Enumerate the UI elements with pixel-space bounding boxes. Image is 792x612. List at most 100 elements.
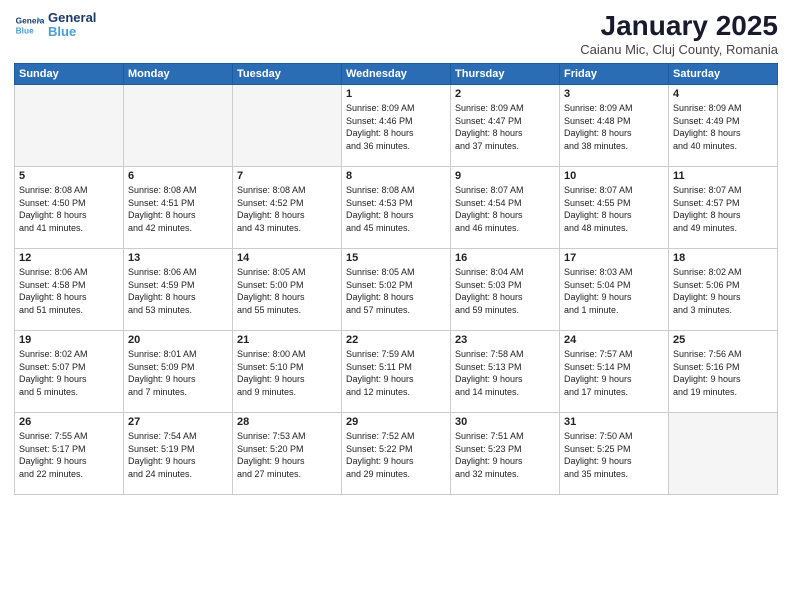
day-info: Sunrise: 8:08 AM Sunset: 4:53 PM Dayligh… — [346, 184, 446, 234]
day-number: 12 — [19, 252, 119, 264]
calendar-cell — [669, 413, 778, 495]
day-info: Sunrise: 8:05 AM Sunset: 5:00 PM Dayligh… — [237, 266, 337, 316]
location: Caianu Mic, Cluj County, Romania — [580, 42, 778, 57]
day-info: Sunrise: 8:01 AM Sunset: 5:09 PM Dayligh… — [128, 348, 228, 398]
day-info: Sunrise: 8:09 AM Sunset: 4:47 PM Dayligh… — [455, 102, 555, 152]
day-number: 27 — [128, 416, 228, 428]
calendar-cell: 8Sunrise: 8:08 AM Sunset: 4:53 PM Daylig… — [342, 167, 451, 249]
logo-general: General — [48, 11, 96, 25]
day-info: Sunrise: 8:06 AM Sunset: 4:59 PM Dayligh… — [128, 266, 228, 316]
day-number: 16 — [455, 252, 555, 264]
calendar-cell: 10 Sunrise: 8:07 AM Sunset: 4:55 PM Dayli… — [560, 167, 669, 249]
day-number: 15 — [346, 252, 446, 264]
calendar-cell — [124, 85, 233, 167]
calendar-cell: 4 Sunrise: 8:09 AM Sunset: 4:49 PM Daylig… — [669, 85, 778, 167]
calendar-cell: 7Sunrise: 8:08 AM Sunset: 4:52 PM Daylig… — [233, 167, 342, 249]
calendar-week-4: 26 Sunrise: 7:55 AM Sunset: 5:17 PM Dayli… — [15, 413, 778, 495]
day-info: Sunrise: 7:59 AM Sunset: 5:11 PM Dayligh… — [346, 348, 446, 398]
logo-blue: Blue — [48, 25, 96, 39]
day-number: 2 — [455, 88, 555, 100]
calendar-cell: 14 Sunrise: 8:05 AM Sunset: 5:00 PM Dayli… — [233, 249, 342, 331]
day-info: Sunrise: 8:08 AM Sunset: 4:52 PM Dayligh… — [237, 184, 337, 234]
calendar-week-2: 12 Sunrise: 8:06 AM Sunset: 4:58 PM Dayli… — [15, 249, 778, 331]
calendar-cell: 18Sunrise: 8:02 AM Sunset: 5:06 PM Dayli… — [669, 249, 778, 331]
calendar-cell: 28 Sunrise: 7:53 AM Sunset: 5:20 PM Dayli… — [233, 413, 342, 495]
day-number: 17 — [564, 252, 664, 264]
day-info: Sunrise: 8:04 AM Sunset: 5:03 PM Dayligh… — [455, 266, 555, 316]
day-info: Sunrise: 8:06 AM Sunset: 4:58 PM Dayligh… — [19, 266, 119, 316]
day-number: 10 — [564, 170, 664, 182]
day-number: 30 — [455, 416, 555, 428]
day-info: Sunrise: 7:58 AM Sunset: 5:13 PM Dayligh… — [455, 348, 555, 398]
day-number: 5 — [19, 170, 119, 182]
calendar-cell: 23 Sunrise: 7:58 AM Sunset: 5:13 PM Dayli… — [451, 331, 560, 413]
logo: General Blue General Blue — [14, 10, 96, 40]
calendar-cell: 20 Sunrise: 8:01 AM Sunset: 5:09 PM Dayli… — [124, 331, 233, 413]
day-number: 4 — [673, 88, 773, 100]
day-number: 28 — [237, 416, 337, 428]
day-number: 25 — [673, 334, 773, 346]
day-number: 22 — [346, 334, 446, 346]
calendar-cell: 1 Sunrise: 8:09 AM Sunset: 4:46 PM Daylig… — [342, 85, 451, 167]
col-header-monday: Monday — [124, 64, 233, 85]
calendar-cell: 29 Sunrise: 7:52 AM Sunset: 5:22 PM Dayli… — [342, 413, 451, 495]
header: General Blue General Blue January 2025 C… — [14, 10, 778, 57]
day-number: 3 — [564, 88, 664, 100]
logo-icon: General Blue — [14, 10, 44, 40]
day-number: 31 — [564, 416, 664, 428]
day-info: Sunrise: 8:08 AM Sunset: 4:50 PM Dayligh… — [19, 184, 119, 234]
calendar-header-row: SundayMondayTuesdayWednesdayThursdayFrid… — [15, 64, 778, 85]
calendar-cell: 12 Sunrise: 8:06 AM Sunset: 4:58 PM Dayli… — [15, 249, 124, 331]
col-header-friday: Friday — [560, 64, 669, 85]
day-info: Sunrise: 8:09 AM Sunset: 4:46 PM Dayligh… — [346, 102, 446, 152]
day-info: Sunrise: 7:51 AM Sunset: 5:23 PM Dayligh… — [455, 430, 555, 480]
col-header-wednesday: Wednesday — [342, 64, 451, 85]
calendar-cell: 2 Sunrise: 8:09 AM Sunset: 4:47 PM Daylig… — [451, 85, 560, 167]
day-info: Sunrise: 7:54 AM Sunset: 5:19 PM Dayligh… — [128, 430, 228, 480]
day-number: 9 — [455, 170, 555, 182]
calendar-cell: 27 Sunrise: 7:54 AM Sunset: 5:19 PM Dayli… — [124, 413, 233, 495]
day-info: Sunrise: 7:56 AM Sunset: 5:16 PM Dayligh… — [673, 348, 773, 398]
day-number: 13 — [128, 252, 228, 264]
day-number: 14 — [237, 252, 337, 264]
day-number: 23 — [455, 334, 555, 346]
title-block: January 2025 Caianu Mic, Cluj County, Ro… — [580, 10, 778, 57]
page: General Blue General Blue January 2025 C… — [0, 0, 792, 612]
calendar-week-0: 1 Sunrise: 8:09 AM Sunset: 4:46 PM Daylig… — [15, 85, 778, 167]
calendar-cell: 3Sunrise: 8:09 AM Sunset: 4:48 PM Daylig… — [560, 85, 669, 167]
day-number: 29 — [346, 416, 446, 428]
day-info: Sunrise: 7:57 AM Sunset: 5:14 PM Dayligh… — [564, 348, 664, 398]
calendar-cell — [233, 85, 342, 167]
calendar-cell: 31Sunrise: 7:50 AM Sunset: 5:25 PM Dayli… — [560, 413, 669, 495]
calendar-week-3: 19Sunrise: 8:02 AM Sunset: 5:07 PM Dayli… — [15, 331, 778, 413]
day-info: Sunrise: 8:08 AM Sunset: 4:51 PM Dayligh… — [128, 184, 228, 234]
day-number: 1 — [346, 88, 446, 100]
day-info: Sunrise: 8:07 AM Sunset: 4:54 PM Dayligh… — [455, 184, 555, 234]
day-info: Sunrise: 7:53 AM Sunset: 5:20 PM Dayligh… — [237, 430, 337, 480]
col-header-sunday: Sunday — [15, 64, 124, 85]
day-number: 20 — [128, 334, 228, 346]
calendar-cell: 25 Sunrise: 7:56 AM Sunset: 5:16 PM Dayli… — [669, 331, 778, 413]
calendar-cell: 13 Sunrise: 8:06 AM Sunset: 4:59 PM Dayli… — [124, 249, 233, 331]
calendar-cell: 19Sunrise: 8:02 AM Sunset: 5:07 PM Dayli… — [15, 331, 124, 413]
calendar-cell: 9 Sunrise: 8:07 AM Sunset: 4:54 PM Daylig… — [451, 167, 560, 249]
calendar-cell: 11Sunrise: 8:07 AM Sunset: 4:57 PM Dayli… — [669, 167, 778, 249]
day-info: Sunrise: 8:09 AM Sunset: 4:49 PM Dayligh… — [673, 102, 773, 152]
day-info: Sunrise: 7:55 AM Sunset: 5:17 PM Dayligh… — [19, 430, 119, 480]
calendar-table: SundayMondayTuesdayWednesdayThursdayFrid… — [14, 63, 778, 495]
calendar-cell: 22 Sunrise: 7:59 AM Sunset: 5:11 PM Dayli… — [342, 331, 451, 413]
calendar-cell: 5 Sunrise: 8:08 AM Sunset: 4:50 PM Daylig… — [15, 167, 124, 249]
day-info: Sunrise: 8:05 AM Sunset: 5:02 PM Dayligh… — [346, 266, 446, 316]
calendar-cell: 26 Sunrise: 7:55 AM Sunset: 5:17 PM Dayli… — [15, 413, 124, 495]
day-number: 24 — [564, 334, 664, 346]
day-info: Sunrise: 8:07 AM Sunset: 4:55 PM Dayligh… — [564, 184, 664, 234]
calendar-cell: 24 Sunrise: 7:57 AM Sunset: 5:14 PM Dayli… — [560, 331, 669, 413]
day-number: 21 — [237, 334, 337, 346]
calendar-cell: 16 Sunrise: 8:04 AM Sunset: 5:03 PM Dayli… — [451, 249, 560, 331]
month-title: January 2025 — [580, 10, 778, 42]
day-info: Sunrise: 7:52 AM Sunset: 5:22 PM Dayligh… — [346, 430, 446, 480]
day-number: 19 — [19, 334, 119, 346]
day-number: 26 — [19, 416, 119, 428]
day-info: Sunrise: 8:07 AM Sunset: 4:57 PM Dayligh… — [673, 184, 773, 234]
col-header-thursday: Thursday — [451, 64, 560, 85]
